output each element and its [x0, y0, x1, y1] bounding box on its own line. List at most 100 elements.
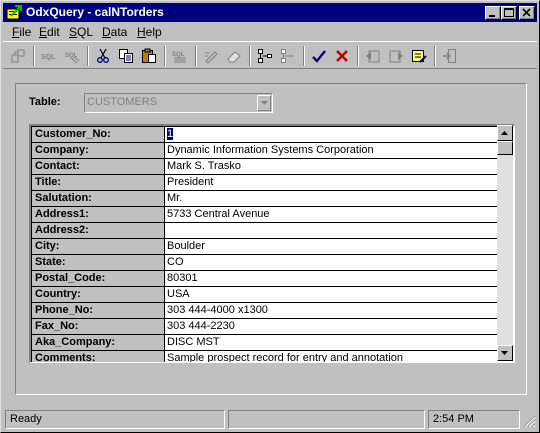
sql-run-button[interactable]: SQL — [62, 45, 84, 67]
app-icon[interactable] — [6, 5, 22, 20]
menu-sql-accel: S — [69, 25, 78, 39]
minimize-button[interactable] — [485, 6, 501, 20]
menu-help[interactable]: Help — [137, 25, 162, 39]
field-value[interactable]: Mr. — [165, 191, 497, 207]
toolbar-separator — [357, 46, 359, 66]
record-next-button[interactable] — [385, 45, 407, 67]
record-grid: Customer_No: 1 Company: Dynamic Information… — [29, 124, 515, 363]
field-value[interactable]: Sample prospect record for entry and ann… — [165, 351, 497, 362]
resize-grip-icon[interactable] — [523, 415, 536, 428]
field-value[interactable]: DISC MST — [165, 335, 497, 351]
paste-button[interactable] — [138, 45, 160, 67]
scroll-down-button[interactable] — [497, 345, 513, 361]
menu-data[interactable]: Data — [102, 25, 127, 39]
menu-edit[interactable]: Edit — [39, 25, 60, 39]
check-icon — [312, 50, 326, 63]
grid-row[interactable]: Contact: Mark S. Trasko — [32, 159, 497, 175]
menu-data-accel: D — [102, 25, 111, 39]
close-button[interactable] — [519, 6, 535, 20]
cancel-icon — [336, 50, 348, 62]
record-first-icon — [366, 50, 380, 63]
grid-row[interactable]: State: CO — [32, 255, 497, 271]
grid-row[interactable]: City: Boulder — [32, 239, 497, 255]
menu-sql[interactable]: SQL — [69, 25, 93, 39]
erase-button[interactable] — [223, 45, 245, 67]
eraser-icon — [227, 51, 241, 63]
record-edit-button[interactable] — [408, 45, 430, 67]
sql-query-icon: SQL — [172, 52, 186, 63]
title-bar[interactable]: OdxQuery - calNTorders — [3, 3, 537, 22]
table-label: Table: — [29, 96, 61, 108]
field-value[interactable]: Mark S. Trasko — [165, 159, 497, 175]
grid-row[interactable]: Salutation: Mr. — [32, 191, 497, 207]
maximize-button[interactable] — [501, 6, 517, 20]
field-name: Fax_No: — [32, 319, 165, 335]
toolbar-separator — [434, 46, 436, 66]
grid-vertical-scrollbar[interactable] — [497, 125, 513, 361]
app-window: OdxQuery - calNTorders File Edit SQL Dat… — [0, 0, 540, 433]
cut-button[interactable] — [92, 45, 114, 67]
grid-row[interactable]: Company: Dynamic Information Systems Corp… — [32, 143, 497, 159]
sql-button[interactable]: SQL — [38, 45, 60, 67]
sql-query-button[interactable]: SQL — [169, 45, 191, 67]
grid-row[interactable]: Postal_Code: 80301 — [32, 271, 497, 287]
table-select[interactable]: CUSTOMERS — [84, 93, 273, 113]
connect-icon — [11, 49, 25, 63]
commit-button[interactable] — [308, 45, 330, 67]
field-value[interactable] — [165, 223, 497, 239]
toolbar-separator — [33, 46, 35, 66]
field-value[interactable]: 80301 — [165, 271, 497, 287]
tree-icon — [258, 49, 272, 63]
field-value[interactable]: CO — [165, 255, 497, 271]
grid-row[interactable]: Address1: 5733 Central Avenue — [32, 207, 497, 223]
exit-icon — [443, 49, 456, 63]
grid-row[interactable]: Aka_Company: DISC MST — [32, 335, 497, 351]
tree-collapse-button[interactable] — [277, 45, 299, 67]
field-name: City: — [32, 239, 165, 255]
grid-row[interactable]: Country: USA — [32, 287, 497, 303]
table-select-dropdown-button[interactable] — [257, 95, 271, 111]
field-name: Contact: — [32, 159, 165, 175]
table-select-value: CUSTOMERS — [87, 96, 158, 108]
menu-edit-accel: E — [39, 25, 48, 39]
close-icon — [522, 8, 531, 17]
scroll-up-button[interactable] — [497, 125, 513, 141]
grid-row[interactable]: Customer_No: 1 — [32, 127, 497, 143]
scroll-thumb[interactable] — [497, 141, 513, 155]
toolbar-separator — [249, 46, 251, 66]
menu-file-label: ile — [19, 25, 32, 39]
field-value[interactable]: 303 444-4000 x1300 — [165, 303, 497, 319]
field-value[interactable]: President — [165, 175, 497, 191]
field-name: Comments: — [32, 351, 165, 362]
grid-row[interactable]: Address2: — [32, 223, 497, 239]
field-value[interactable]: USA — [165, 287, 497, 303]
toolbar-separator — [87, 46, 89, 66]
window-title: OdxQuery - calNTorders — [26, 5, 164, 19]
field-value[interactable]: 1 — [165, 127, 497, 143]
field-value[interactable]: Boulder — [165, 239, 497, 255]
grid-row[interactable]: Phone_No: 303 444-4000 x1300 — [32, 303, 497, 319]
field-name: Address2: — [32, 223, 165, 239]
grid-row[interactable]: Comments: Sample prospect record for entr… — [32, 351, 497, 362]
status-message: Ready — [5, 410, 225, 429]
record-grid-body: Customer_No: 1 Company: Dynamic Information… — [31, 126, 497, 362]
toolbar: SQL SQL SQL — [3, 41, 537, 69]
field-value[interactable]: Dynamic Information Systems Corporation — [165, 143, 497, 159]
exit-button[interactable] — [439, 45, 461, 67]
cut-icon — [97, 48, 109, 63]
copy-button[interactable] — [115, 45, 137, 67]
connect-button[interactable] — [7, 45, 29, 67]
grid-row[interactable]: Fax_No: 303 444-2230 — [32, 319, 497, 335]
menu-file[interactable]: File — [12, 25, 31, 39]
field-name: Company: — [32, 143, 165, 159]
cancel-button[interactable] — [331, 45, 353, 67]
field-name: Customer_No: — [32, 127, 165, 143]
field-value[interactable]: 5733 Central Avenue — [165, 207, 497, 223]
edit-button[interactable] — [200, 45, 222, 67]
field-value[interactable]: 303 444-2230 — [165, 319, 497, 335]
grid-row[interactable]: Title: President — [32, 175, 497, 191]
menu-sql-label: QL — [77, 25, 94, 39]
record-first-button[interactable] — [362, 45, 384, 67]
tree-expand-button[interactable] — [254, 45, 276, 67]
status-middle-pane — [228, 410, 425, 429]
